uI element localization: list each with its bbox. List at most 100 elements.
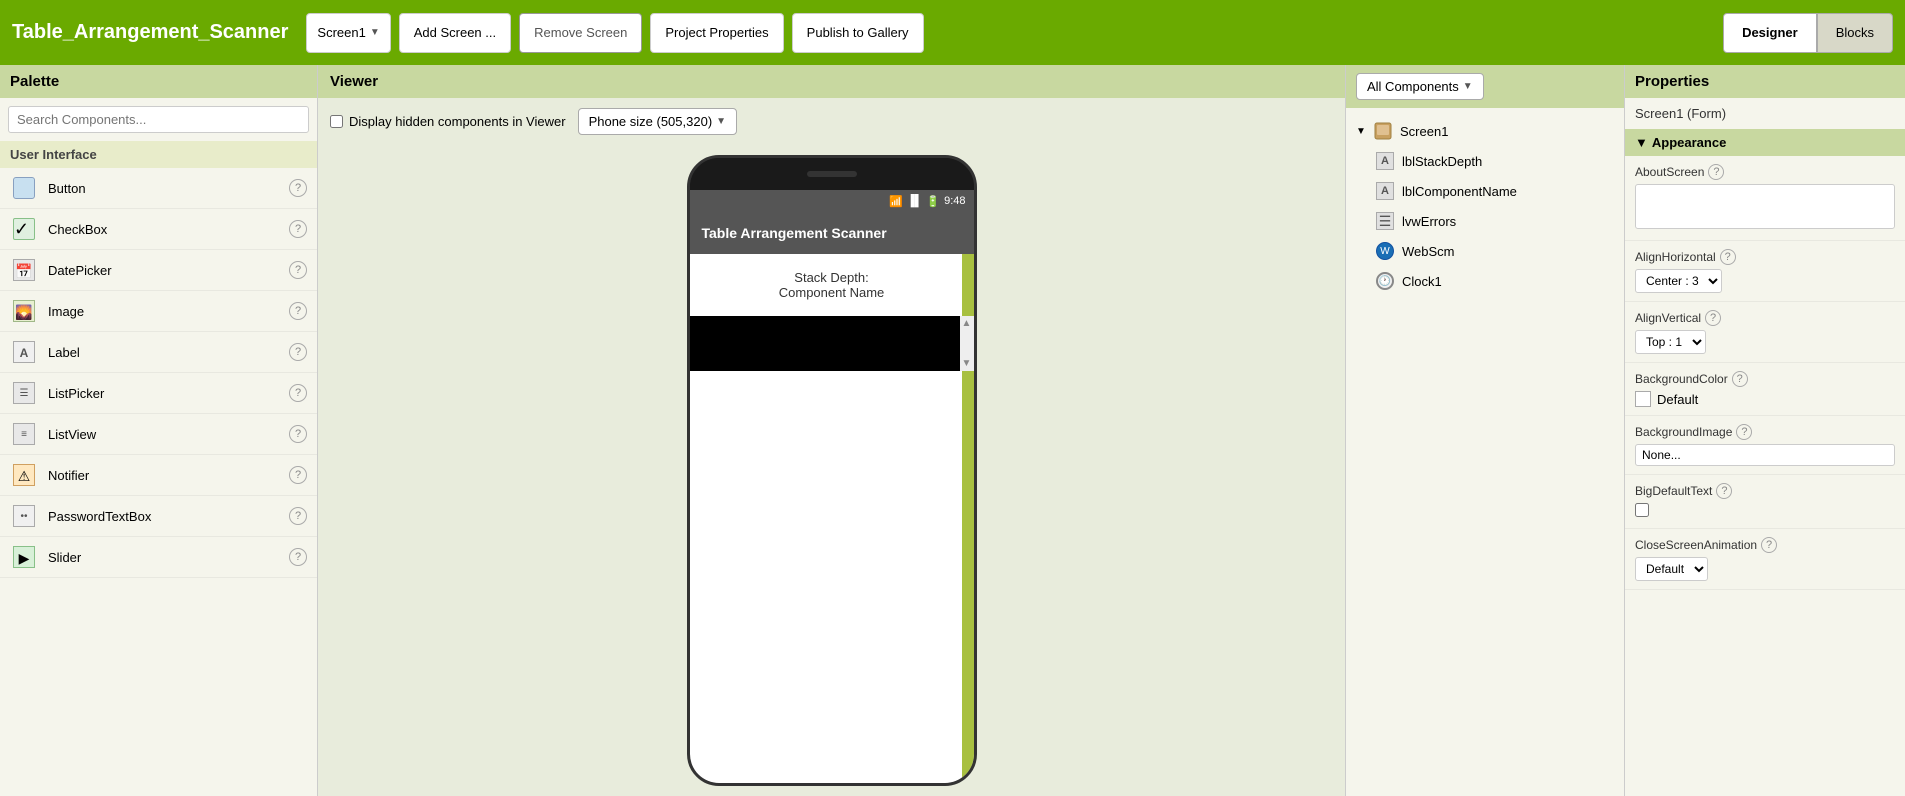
image-component-icon: 🌄 [10, 297, 38, 325]
viewer-panel: Viewer Display hidden components in View… [318, 65, 1345, 796]
phone-status-bar: 📶 ▐▌ 🔋 9:48 [690, 190, 974, 212]
datepicker-label: DatePicker [48, 263, 289, 278]
palette-item-notifier[interactable]: ⚠ Notifier ? [0, 455, 317, 496]
slider-help-icon[interactable]: ? [289, 548, 307, 566]
display-hidden-checkbox[interactable] [330, 115, 343, 128]
search-input[interactable] [8, 106, 309, 133]
background-color-row: Default [1635, 391, 1895, 407]
align-vertical-help-icon[interactable]: ? [1705, 310, 1721, 326]
notifier-help-icon[interactable]: ? [289, 466, 307, 484]
passwordtextbox-label: PasswordTextBox [48, 509, 289, 524]
big-default-text-help-icon[interactable]: ? [1716, 483, 1732, 499]
palette-item-passwordtextbox[interactable]: •• PasswordTextBox ? [0, 496, 317, 537]
main-layout: Palette User Interface Button ? ✓ CheckB… [0, 65, 1905, 796]
publish-to-gallery-button[interactable]: Publish to Gallery [792, 13, 924, 53]
close-screen-animation-select[interactable]: Default [1635, 557, 1708, 581]
palette-item-slider[interactable]: ▶ Slider ? [0, 537, 317, 578]
topbar: Table_Arrangement_Scanner Screen1 ▼ Add … [0, 0, 1905, 65]
big-default-text-label-row: BigDefaultText ? [1635, 483, 1895, 499]
app-title: Table_Arrangement_Scanner [12, 21, 288, 44]
scroll-down-icon[interactable]: ▼ [962, 358, 972, 369]
tree-item-lblstackdepth[interactable]: A lblStackDepth [1366, 146, 1624, 176]
designer-mode-button[interactable]: Designer [1723, 13, 1817, 53]
listpicker-component-icon: ☰ [10, 379, 38, 407]
align-horizontal-select[interactable]: Center : 3 [1635, 269, 1722, 293]
align-vertical-select[interactable]: Top : 1 [1635, 330, 1706, 354]
image-help-icon[interactable]: ? [289, 302, 307, 320]
lvwerrors-icon: ☰ [1374, 210, 1396, 232]
about-screen-help-icon[interactable]: ? [1708, 164, 1724, 180]
phone-size-chevron-icon: ▼ [716, 116, 726, 127]
screen1-expand-icon[interactable]: ▼ [1354, 124, 1368, 138]
palette-items: Button ? ✓ CheckBox ? 📅 DatePicker ? 🌄 [0, 168, 317, 578]
palette-item-image[interactable]: 🌄 Image ? [0, 291, 317, 332]
about-screen-prop: AboutScreen ? [1625, 156, 1905, 241]
screen1-label-tree: Screen1 [1400, 124, 1448, 139]
big-default-text-prop: BigDefaultText ? [1625, 475, 1905, 529]
project-properties-button[interactable]: Project Properties [650, 13, 783, 53]
phone-app-bar: Table Arrangement Scanner [690, 212, 974, 254]
mode-buttons: Designer Blocks [1723, 13, 1893, 53]
big-default-text-checkbox[interactable] [1635, 503, 1649, 517]
background-image-label: BackgroundImage [1635, 425, 1732, 439]
checkbox-help-icon[interactable]: ? [289, 220, 307, 238]
close-screen-animation-label-row: CloseScreenAnimation ? [1635, 537, 1895, 553]
components-tree: ▼ Screen1 A lblStackDepth A lblComponent… [1346, 108, 1624, 796]
all-components-chevron-icon: ▼ [1463, 81, 1473, 92]
palette-item-label[interactable]: A Label ? [0, 332, 317, 373]
align-horizontal-label-row: AlignHorizontal ? [1635, 249, 1895, 265]
phone-app-title: Table Arrangement Scanner [702, 225, 887, 241]
listpicker-help-icon[interactable]: ? [289, 384, 307, 402]
button-component-icon [10, 174, 38, 202]
signal-icon: ▐▌ [907, 195, 923, 207]
phone-top-bar [690, 158, 974, 190]
scroll-up-icon[interactable]: ▲ [962, 318, 972, 329]
background-color-swatch[interactable] [1635, 391, 1651, 407]
phone-mockup: 📶 ▐▌ 🔋 9:48 Table Arrangement Scanner St… [687, 155, 977, 786]
background-color-help-icon[interactable]: ? [1732, 371, 1748, 387]
palette-item-checkbox[interactable]: ✓ CheckBox ? [0, 209, 317, 250]
all-components-button[interactable]: All Components ▼ [1356, 73, 1484, 100]
palette-item-listview[interactable]: ≡ ListView ? [0, 414, 317, 455]
about-screen-input[interactable] [1635, 184, 1895, 229]
palette-item-listpicker[interactable]: ☰ ListPicker ? [0, 373, 317, 414]
align-vertical-label: AlignVertical [1635, 311, 1701, 325]
label-component-icon: A [10, 338, 38, 366]
viewer-content: 📶 ▐▌ 🔋 9:48 Table Arrangement Scanner St… [318, 145, 1345, 796]
webscm-label: WebScm [1402, 244, 1455, 259]
blocks-mode-button[interactable]: Blocks [1817, 13, 1893, 53]
clock1-label: Clock1 [1402, 274, 1442, 289]
label-help-icon[interactable]: ? [289, 343, 307, 361]
phone-bottom-area [690, 371, 974, 521]
remove-screen-button[interactable]: Remove Screen [519, 13, 642, 53]
datepicker-help-icon[interactable]: ? [289, 261, 307, 279]
button-help-icon[interactable]: ? [289, 179, 307, 197]
tree-item-clock1[interactable]: 🕐 Clock1 [1366, 266, 1624, 296]
add-screen-button[interactable]: Add Screen ... [399, 13, 511, 53]
appearance-label: Appearance [1652, 135, 1726, 150]
palette-item-button[interactable]: Button ? [0, 168, 317, 209]
phone-stack-depth-label: Stack Depth: Component Name [690, 254, 974, 316]
background-image-input[interactable] [1635, 444, 1895, 466]
palette-item-datepicker[interactable]: 📅 DatePicker ? [0, 250, 317, 291]
slider-component-icon: ▶ [10, 543, 38, 571]
display-hidden-label: Display hidden components in Viewer [349, 114, 566, 129]
background-image-label-row: BackgroundImage ? [1635, 424, 1895, 440]
tree-item-lblcomponentname[interactable]: A lblComponentName [1366, 176, 1624, 206]
appearance-collapse-icon[interactable]: ▼ [1635, 135, 1648, 150]
tree-item-screen1[interactable]: ▼ Screen1 [1346, 116, 1624, 146]
tree-item-lvwerrors[interactable]: ☰ lvwErrors [1366, 206, 1624, 236]
align-horizontal-help-icon[interactable]: ? [1720, 249, 1736, 265]
align-horizontal-label: AlignHorizontal [1635, 250, 1716, 264]
passwordtextbox-help-icon[interactable]: ? [289, 507, 307, 525]
properties-screen-title: Screen1 (Form) [1625, 98, 1905, 129]
screen1-dropdown-btn[interactable]: Screen1 ▼ [306, 13, 390, 53]
background-image-help-icon[interactable]: ? [1736, 424, 1752, 440]
close-screen-animation-help-icon[interactable]: ? [1761, 537, 1777, 553]
listview-help-icon[interactable]: ? [289, 425, 307, 443]
listview-scrollbar[interactable]: ▲ ▼ [960, 316, 974, 371]
phone-size-button[interactable]: Phone size (505,320) ▼ [578, 108, 738, 135]
tree-item-webscm[interactable]: W WebScm [1366, 236, 1624, 266]
viewer-header: Viewer [318, 65, 1345, 98]
phone-size-label: Phone size (505,320) [589, 114, 713, 129]
